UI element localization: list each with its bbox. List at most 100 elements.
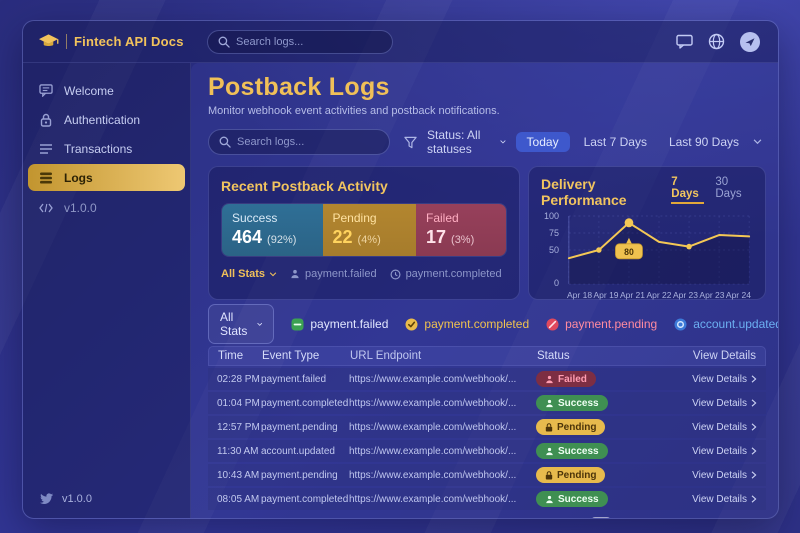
list-icon bbox=[38, 143, 53, 155]
line-chart: 100 75 50 0 80 bbox=[541, 213, 753, 287]
table-row: 10:43 AMpayment.pendinghttps://www.examp… bbox=[208, 464, 766, 486]
twitter-icon[interactable] bbox=[40, 493, 54, 505]
table-row: 01:04 PMpayment.completedhttps://www.exa… bbox=[208, 392, 766, 414]
status-badge: Pending bbox=[536, 419, 605, 435]
range-today[interactable]: Today bbox=[516, 132, 570, 152]
range-last-7-days[interactable]: Last 7 Days bbox=[576, 132, 655, 152]
view-details-link[interactable]: View Details bbox=[656, 422, 766, 433]
range-last-90-days[interactable]: Last 90 Days bbox=[661, 132, 747, 152]
paper-plane-icon bbox=[744, 36, 756, 48]
segment-value: 464 bbox=[232, 227, 262, 248]
lock-icon bbox=[545, 423, 553, 432]
view-details-link[interactable]: View Details bbox=[656, 494, 766, 505]
search-icon bbox=[218, 36, 230, 48]
status-badge: Success bbox=[536, 491, 608, 507]
status-dropdown[interactable]: Status: All statuses bbox=[427, 128, 506, 156]
activity-card-title: Recent Postback Activity bbox=[221, 178, 507, 194]
performance-tabs: 7 Days 30 Days bbox=[671, 176, 753, 204]
chevron-down-icon bbox=[500, 139, 506, 145]
sidebar-version-label: v1.0.0 bbox=[64, 201, 97, 215]
chat-icon[interactable] bbox=[676, 34, 693, 49]
logs-search[interactable] bbox=[208, 129, 390, 155]
status-dropdown-label: Status: All statuses bbox=[427, 128, 494, 156]
filter-funnel-icon[interactable] bbox=[404, 136, 417, 149]
all-stats-label: All Stats bbox=[221, 268, 265, 280]
header-search[interactable] bbox=[207, 30, 393, 54]
chip-account-updated[interactable]: account.updated bbox=[674, 317, 779, 331]
date-range-group: Today Last 7 Days Last 90 Days bbox=[516, 132, 766, 152]
all-stats-dropdown[interactable]: All Stats bbox=[221, 268, 277, 280]
person-icon bbox=[545, 495, 554, 504]
event-filter-row: All Stats payment.failed payment.complet… bbox=[208, 310, 766, 338]
person-icon bbox=[290, 269, 300, 279]
page-title: Postback Logs bbox=[208, 73, 766, 102]
slash-badge-icon bbox=[546, 318, 559, 331]
summary-cards: Recent Postback Activity Success 464(92%… bbox=[208, 166, 766, 300]
sidebar-item-transactions[interactable]: Transactions bbox=[23, 134, 190, 163]
view-details-link[interactable]: View Details bbox=[656, 446, 766, 457]
segment-value: 17 bbox=[426, 227, 446, 248]
performance-card-header: Delivery Performance 7 Days 30 Days bbox=[541, 176, 753, 208]
row-time: 01:04 PM bbox=[208, 398, 261, 409]
status-badge: Success bbox=[536, 395, 608, 411]
status-badge: Failed bbox=[536, 371, 596, 387]
row-status: Success bbox=[536, 491, 656, 507]
header-actions bbox=[676, 32, 778, 52]
app-title: Fintech API Docs bbox=[74, 34, 184, 49]
all-stats-filter-button[interactable]: All Stats bbox=[208, 304, 274, 344]
page-1-button[interactable]: 1 bbox=[591, 517, 611, 519]
row-status: Failed bbox=[536, 371, 656, 387]
row-status: Pending bbox=[536, 419, 656, 435]
top-header: Fintech API Docs bbox=[23, 21, 778, 63]
row-url: https://www.example.com/webhook/... bbox=[349, 446, 536, 457]
tab-30-days[interactable]: 30 Days bbox=[715, 176, 753, 200]
check-badge-icon bbox=[405, 318, 418, 331]
chevron-down-icon bbox=[257, 322, 262, 327]
row-url: https://www.example.com/webhook/... bbox=[349, 422, 536, 433]
person-icon bbox=[545, 399, 554, 408]
success-segment: Success 464(92%) bbox=[222, 204, 323, 256]
col-event-type: Event Type bbox=[262, 350, 350, 362]
chip-payment-failed[interactable]: payment.failed bbox=[291, 317, 388, 331]
x-axis-labels: Apr 18 Apr 19 Apr 21 Apr 22 Apr 23 Apr 2… bbox=[565, 290, 753, 300]
row-time: 12:57 PM bbox=[208, 422, 261, 433]
globe-icon[interactable] bbox=[708, 33, 725, 50]
sidebar-item-welcome[interactable]: Welcome bbox=[23, 76, 190, 105]
legend-item-payment-completed[interactable]: payment.completed bbox=[390, 268, 502, 280]
pagination: Prev 1 2 3 Next bbox=[208, 510, 766, 519]
desktop-background: Fintech API Docs bbox=[0, 0, 800, 533]
chevron-right-icon bbox=[751, 423, 757, 431]
user-avatar-button[interactable] bbox=[740, 32, 760, 52]
row-event-type: payment.completed bbox=[261, 494, 349, 505]
page-3-button[interactable]: 3 bbox=[651, 517, 671, 519]
status-badge-label: Pending bbox=[557, 422, 596, 433]
logs-search-input[interactable] bbox=[237, 136, 379, 148]
app-window: Fintech API Docs bbox=[22, 20, 779, 519]
table-row: 08:05 AMpayment.completedhttps://www.exa… bbox=[208, 488, 766, 510]
sidebar-item-authentication[interactable]: Authentication bbox=[23, 105, 190, 134]
row-url: https://www.example.com/webhook/... bbox=[349, 494, 536, 505]
tab-7-days[interactable]: 7 Days bbox=[671, 176, 704, 204]
legend-item-payment-failed[interactable]: payment.failed bbox=[290, 268, 377, 280]
chevron-down-icon[interactable] bbox=[753, 139, 762, 145]
view-details-link[interactable]: View Details bbox=[656, 374, 766, 385]
segment-value: 22 bbox=[333, 227, 353, 248]
page-2-button[interactable]: 2 bbox=[621, 517, 641, 519]
status-badge-label: Pending bbox=[557, 470, 596, 481]
sidebar-item-logs[interactable]: Logs bbox=[28, 164, 185, 191]
chip-payment-completed[interactable]: payment.completed bbox=[405, 317, 529, 331]
all-stats-button-label: All Stats bbox=[220, 310, 250, 338]
view-details-link[interactable]: View Details bbox=[656, 398, 766, 409]
sidebar-item-label: Transactions bbox=[64, 142, 132, 156]
footer-version-label: v1.0.0 bbox=[62, 493, 92, 505]
segment-percent: (3%) bbox=[451, 234, 474, 246]
row-time: 10:43 AM bbox=[208, 470, 261, 481]
filter-bar: Status: All statuses Today Last 7 Days L… bbox=[208, 128, 766, 156]
status-badge: Success bbox=[536, 443, 608, 459]
view-details-link[interactable]: View Details bbox=[656, 470, 766, 481]
header-search-input[interactable] bbox=[236, 36, 382, 48]
database-icon bbox=[38, 172, 53, 184]
chip-payment-pending[interactable]: payment.pending bbox=[546, 317, 657, 331]
table-row: 11:30 AMaccount.updatedhttps://www.examp… bbox=[208, 440, 766, 462]
sidebar-item-version[interactable]: v1.0.0 bbox=[23, 193, 190, 222]
